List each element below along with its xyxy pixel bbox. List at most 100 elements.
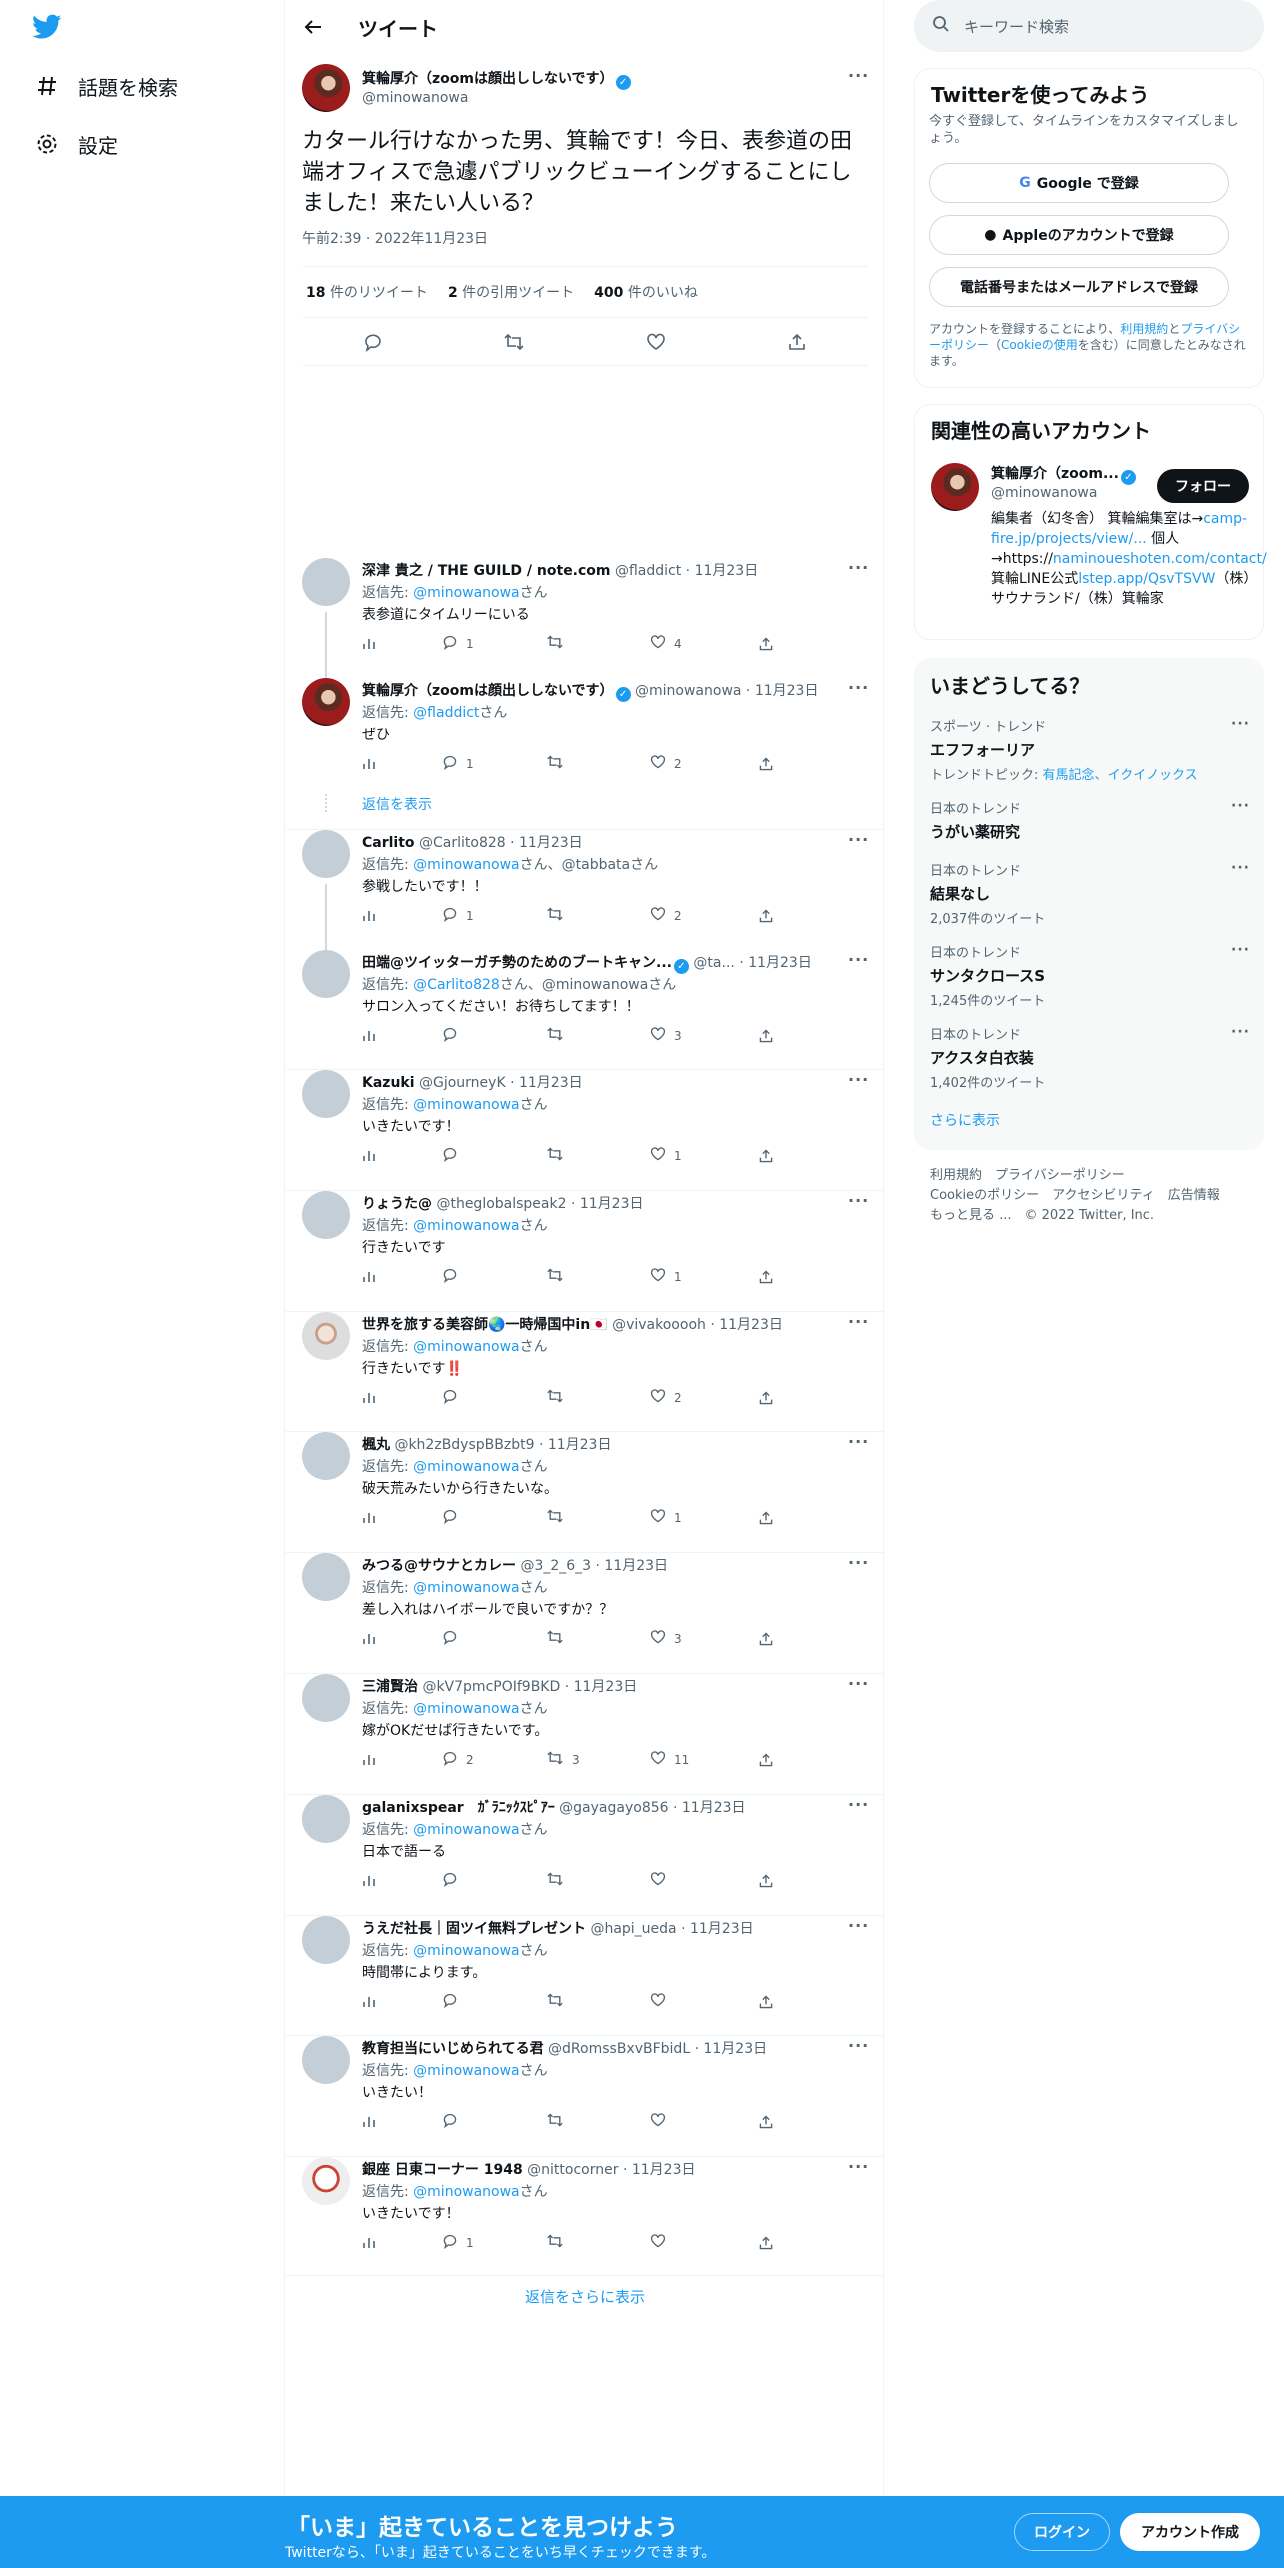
like-button[interactable]	[650, 1871, 758, 1890]
reply-tweet[interactable]: Kazuki @GjourneyK · 11月23日 ··· 返信先: @minow…	[286, 1070, 884, 1191]
mention-link[interactable]: @minowanowa	[413, 1339, 519, 1355]
reply-tweet[interactable]: Carlito @Carlito828 · 11月23日 ··· 返信先: @min…	[286, 830, 884, 950]
reply-author[interactable]: 銀座 日東コーナー 1948 @nittocorner · 11月23日	[362, 2159, 832, 2179]
trend-item[interactable]: 日本のトレンド 結果なし 2,037件のツイート ···	[930, 860, 1250, 927]
analytics-icon[interactable]	[362, 757, 442, 771]
more-icon[interactable]: ···	[1231, 798, 1250, 814]
share-icon[interactable]	[758, 1390, 774, 1406]
share-icon[interactable]	[758, 1873, 774, 1889]
trends-show-more[interactable]: さらに表示	[930, 1110, 1000, 1130]
related-name[interactable]: 箕輪厚介（zoom... ✓	[991, 463, 1136, 485]
reply-button[interactable]: 1	[442, 754, 546, 773]
more-icon[interactable]: ···	[848, 1553, 869, 1572]
avatar[interactable]	[302, 1916, 350, 1964]
login-button[interactable]: ログイン	[1014, 2513, 1110, 2551]
tweet-timestamp[interactable]: 午前2:39 · 2022年11月23日	[302, 228, 488, 248]
nav-explore[interactable]: 話題を検索	[34, 66, 178, 106]
footer-line[interactable]: 利用規約 プライバシーポリシー	[930, 1166, 1260, 1186]
like-button[interactable]: 2	[650, 754, 758, 773]
share-icon[interactable]	[758, 1148, 774, 1164]
reply-author[interactable]: うえだ社長｜固ツイ無料プレゼント @hapi_ueda · 11月23日	[362, 1918, 832, 1938]
cookie-link[interactable]: Cookieの使用	[1001, 338, 1078, 352]
mention-link[interactable]: @minowanowa	[413, 1218, 519, 1234]
more-icon[interactable]: ···	[848, 1432, 869, 1451]
analytics-icon[interactable]	[362, 1511, 442, 1525]
quote-count[interactable]: 2 件の引用ツイート	[448, 282, 574, 302]
mention-link[interactable]: @minowanowa	[413, 2063, 519, 2079]
reply-tweet[interactable]: 箕輪厚介（zoomは顔出ししないです） ✓ @minowanowa · 11月23…	[286, 678, 884, 830]
terms-link[interactable]: 利用規約	[1120, 322, 1168, 336]
retweet-button[interactable]	[546, 1388, 650, 1407]
mention-link[interactable]: @minowanowa	[413, 1701, 519, 1717]
analytics-icon[interactable]	[362, 1632, 442, 1646]
like-button[interactable]: 1	[650, 1146, 758, 1165]
more-icon[interactable]: ···	[848, 1070, 869, 1089]
mention-link[interactable]: @minowanowa	[413, 1097, 519, 1113]
reply-button[interactable]	[442, 1871, 546, 1890]
analytics-icon[interactable]	[362, 1391, 442, 1405]
more-icon[interactable]: ···	[848, 1312, 869, 1331]
reply-button[interactable]	[442, 1992, 546, 2011]
phone-signup-button[interactable]: 電話番号またはメールアドレスで登録	[929, 267, 1229, 307]
reply-author[interactable]: 箕輪厚介（zoomは顔出ししないです） ✓ @minowanowa · 11月23…	[362, 680, 832, 702]
reply-button[interactable]	[442, 1629, 546, 1648]
reply-tweet[interactable]: 銀座 日東コーナー 1948 @nittocorner · 11月23日 ··· 返…	[286, 2157, 884, 2276]
avatar[interactable]	[302, 1795, 350, 1843]
analytics-icon[interactable]	[362, 1149, 442, 1163]
like-icon[interactable]	[645, 331, 667, 353]
analytics-icon[interactable]	[362, 1270, 442, 1284]
more-icon[interactable]: ···	[848, 1916, 869, 1935]
reply-tweet[interactable]: りょうた@ @theglobalspeak2 · 11月23日 ··· 返信先: @…	[286, 1191, 884, 1312]
mention-link[interactable]: @minowanowa	[413, 1822, 519, 1838]
reply-tweet[interactable]: 深津 貴之 / THE GUILD / note.com @fladdict ·…	[286, 558, 884, 678]
follow-button[interactable]: フォロー	[1157, 469, 1249, 503]
analytics-icon[interactable]	[362, 2115, 442, 2129]
avatar[interactable]	[302, 558, 350, 606]
avatar[interactable]	[302, 950, 350, 998]
trend-item[interactable]: 日本のトレンド アクスタ白衣装 1,402件のツイート ···	[930, 1024, 1250, 1091]
avatar[interactable]	[302, 2157, 350, 2205]
retweet-button[interactable]	[546, 754, 650, 773]
avatar[interactable]	[302, 2036, 350, 2084]
more-icon[interactable]: ···	[848, 1674, 869, 1693]
share-icon[interactable]	[758, 1994, 774, 2010]
reply-author[interactable]: 世界を旅する美容師🌏一時帰国中in🇯🇵 @vivakooooh · 11月23日	[362, 1314, 832, 1334]
reply-author[interactable]: 深津 貴之 / THE GUILD / note.com @fladdict ·…	[362, 560, 832, 580]
mention-link[interactable]: @minowanowa	[413, 1943, 519, 1959]
share-icon[interactable]	[758, 1269, 774, 1285]
share-icon[interactable]	[758, 636, 774, 652]
reply-button[interactable]	[442, 1388, 546, 1407]
reply-author[interactable]: 三浦賢治 @kV7pmcPOIf9BKD · 11月23日	[362, 1676, 832, 1696]
more-icon[interactable]: ···	[848, 950, 869, 969]
more-icon[interactable]: ···	[848, 2157, 869, 2176]
footer-line[interactable]: もっと見る ... © 2022 Twitter, Inc.	[930, 1206, 1260, 1226]
avatar[interactable]	[302, 1674, 350, 1722]
retweet-count[interactable]: 18 件のリツイート	[306, 282, 428, 302]
trend-item[interactable]: 日本のトレンド サンタクロースS 1,245件のツイート ···	[930, 942, 1250, 1009]
reply-author[interactable]: みつる@サウナとカレー @3_2_6_3 · 11月23日	[362, 1555, 832, 1575]
more-icon[interactable]: ···	[848, 2036, 869, 2055]
reply-author[interactable]: 教育担当にいじめられてる君 @dRomssBxvBFbidL · 11月23日	[362, 2038, 832, 2058]
reply-author[interactable]: galanixspear ｶﾞﾗﾆｯｸｽﾋﾟｱｰ @gayagayo856 · …	[362, 1797, 832, 1817]
share-icon[interactable]	[758, 908, 774, 924]
like-button[interactable]: 1	[650, 1508, 758, 1527]
more-icon[interactable]: ···	[848, 1191, 869, 1210]
tweet-author[interactable]: 箕輪厚介（zoomは顔出ししないです） ✓	[362, 68, 631, 90]
retweet-button[interactable]	[546, 1146, 650, 1165]
reply-button[interactable]	[442, 2112, 546, 2131]
retweet-button[interactable]	[546, 1508, 650, 1527]
more-icon[interactable]: ···	[1231, 716, 1250, 732]
share-icon[interactable]	[786, 331, 808, 353]
avatar[interactable]	[302, 1070, 350, 1118]
like-count[interactable]: 400 件のいいね	[594, 282, 698, 302]
analytics-icon[interactable]	[362, 1995, 442, 2009]
share-icon[interactable]	[758, 2235, 774, 2251]
reply-button[interactable]: 1	[442, 2233, 546, 2252]
retweet-button[interactable]	[546, 1267, 650, 1286]
reply-tweet[interactable]: 田端@ツイッターガチ勢のためのブートキャン... ✓ @ta... · 11月23…	[286, 950, 884, 1070]
more-icon[interactable]: ···	[1231, 860, 1250, 876]
reply-button[interactable]: 1	[442, 634, 546, 653]
more-icon[interactable]: ···	[1231, 1024, 1250, 1040]
like-button[interactable]	[650, 2233, 758, 2252]
back-arrow-icon[interactable]	[300, 14, 326, 40]
